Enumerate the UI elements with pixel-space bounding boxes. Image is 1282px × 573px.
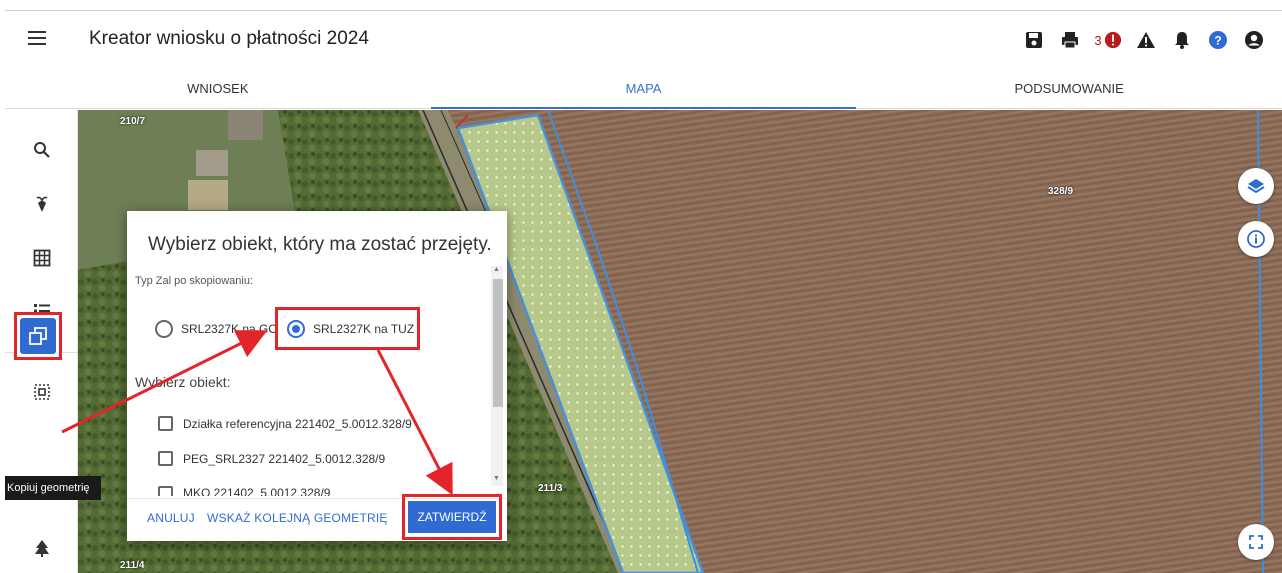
checkbox-peg[interactable]: PEG_SRL2327 221402_5.0012.328/9 xyxy=(158,451,385,466)
layers-icon xyxy=(1247,179,1265,194)
search-icon xyxy=(34,142,50,158)
radio-circle-go[interactable] xyxy=(155,320,173,338)
info-icon xyxy=(1247,230,1265,248)
parcel-label-211-3: 211/3 xyxy=(538,483,563,494)
checkbox-box[interactable] xyxy=(158,416,173,431)
error-counter[interactable]: 3 xyxy=(1088,27,1128,53)
checkbox-label: PEG_SRL2327 221402_5.0012.328/9 xyxy=(183,451,386,466)
main-tabs: WNIOSEK MAPA PODSUMOWANIE xyxy=(5,71,1282,109)
error-count: 3 xyxy=(1094,32,1102,48)
parcel-label-210-7: 210/7 xyxy=(120,116,146,127)
header-actions: 3 ? xyxy=(1016,27,1272,53)
app-header: Kreator wniosku o płatności 2024 3 ? xyxy=(0,11,1282,71)
error-icon xyxy=(1104,31,1121,49)
grid-icon xyxy=(33,249,51,267)
next-geometry-button[interactable]: WSKAŻ KOLEJNĄ GEOMETRIĘ xyxy=(207,511,388,525)
layers-button[interactable] xyxy=(1238,168,1274,204)
fullscreen-button[interactable] xyxy=(1238,524,1274,560)
copy-geometry-icon xyxy=(29,327,47,345)
checkbox-label: Działka referencyjna 221402_5.0012.328/9 xyxy=(183,416,412,431)
radio-label-go: SRL2327K na GO xyxy=(181,322,278,336)
fullscreen-icon xyxy=(1249,535,1263,549)
bell-icon[interactable] xyxy=(1164,27,1200,53)
checkbox-mko[interactable]: MKO 221402_5.0012.328/9 xyxy=(158,486,330,496)
plant-icon xyxy=(36,196,48,212)
select-area-icon xyxy=(34,384,50,400)
copy-geometry-tool[interactable] xyxy=(20,318,56,354)
info-button[interactable] xyxy=(1238,221,1274,257)
tooltip-copy-geometry: Kopiuj geometrię xyxy=(5,476,101,500)
help-icon[interactable]: ? xyxy=(1200,27,1236,53)
warning-icon[interactable] xyxy=(1128,27,1164,53)
app-root: Kreator wniosku o płatności 2024 3 ? WNI… xyxy=(0,0,1282,573)
svg-text:?: ? xyxy=(1214,34,1221,48)
print-icon[interactable] xyxy=(1052,27,1088,53)
checkbox-dzialka[interactable]: Działka referencyjna 221402_5.0012.328/9 xyxy=(158,416,412,431)
cancel-button[interactable]: ANULUJ xyxy=(147,511,195,525)
dialog-scrollbar-thumb[interactable] xyxy=(493,279,503,407)
annotation-box-radio xyxy=(275,307,420,350)
checkbox-label: MKO 221402_5.0012.328/9 xyxy=(183,486,331,496)
select-object-dialog: Wybierz obiekt, który ma zostać przejęty… xyxy=(127,211,507,541)
annotation-box-confirm: ZATWIERDŹ xyxy=(402,494,502,540)
menu-icon[interactable] xyxy=(28,31,46,45)
checkbox-box[interactable] xyxy=(158,451,173,466)
tab-wniosek[interactable]: WNIOSEK xyxy=(5,71,431,108)
tree-tool[interactable] xyxy=(27,533,57,563)
parcel-label-211-4: 211/4 xyxy=(120,560,145,571)
scroll-up-icon[interactable]: ▲ xyxy=(493,266,500,273)
tree-icon xyxy=(35,540,49,557)
object-label: Wybierz obiekt: xyxy=(135,374,231,390)
copy-geometry-button[interactable] xyxy=(14,312,62,360)
checkbox-box[interactable] xyxy=(158,486,173,496)
select-area-tool[interactable] xyxy=(27,377,57,407)
search-tool[interactable] xyxy=(27,135,57,165)
parcel-label-328-9: 328/9 xyxy=(1048,186,1074,197)
save-icon[interactable] xyxy=(1016,27,1052,53)
confirm-button[interactable]: ZATWIERDŹ xyxy=(408,501,496,533)
tab-podsumowanie[interactable]: PODSUMOWANIE xyxy=(856,71,1282,108)
account-icon[interactable] xyxy=(1236,27,1272,53)
dialog-title: Wybierz obiekt, który ma zostać przejęty… xyxy=(148,234,492,255)
page-title: Kreator wniosku o płatności 2024 xyxy=(89,28,369,49)
tab-mapa[interactable]: MAPA xyxy=(430,71,857,109)
scroll-down-icon[interactable]: ▼ xyxy=(493,475,500,482)
plant-tool[interactable] xyxy=(27,189,57,219)
grid-tool[interactable] xyxy=(27,243,57,273)
type-label: Typ Zal po skopiowaniu: xyxy=(135,275,254,287)
radio-option-go[interactable]: SRL2327K na GO xyxy=(155,320,278,338)
